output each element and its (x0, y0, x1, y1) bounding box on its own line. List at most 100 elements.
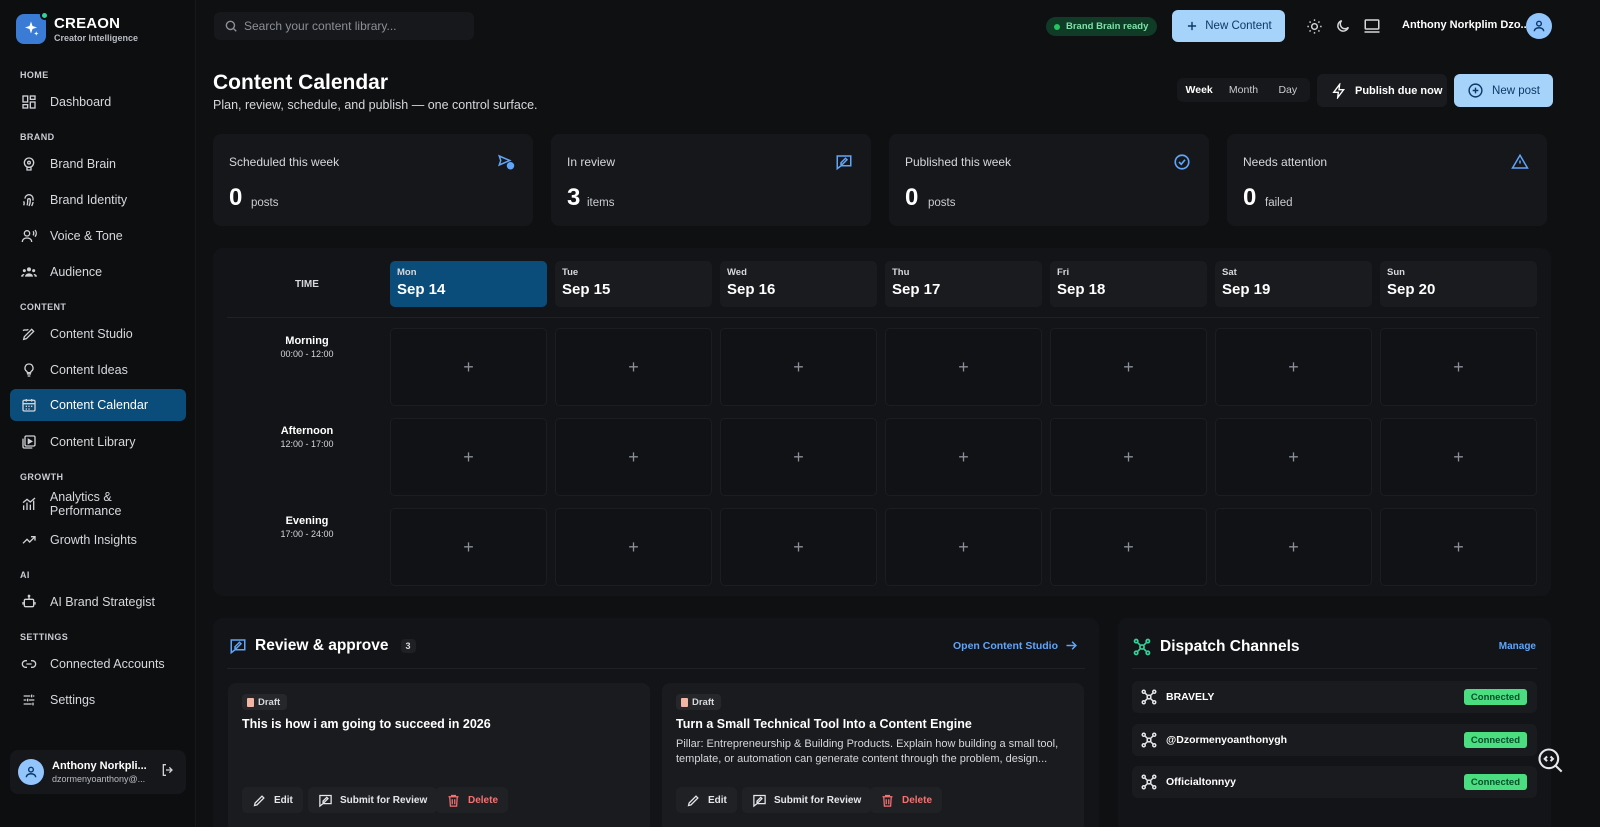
add-slot-button[interactable]: + (720, 328, 877, 406)
add-slot-button[interactable]: + (555, 418, 712, 496)
add-slot-button[interactable]: + (555, 328, 712, 406)
day-header-sat[interactable]: Sat Sep 19 (1215, 261, 1372, 307)
sidebar-item-label: Content Library (50, 435, 136, 449)
card-title: This is how i am going to succeed in 202… (242, 717, 491, 731)
day-of-week: Sat (1222, 267, 1237, 278)
review-icon (835, 153, 853, 171)
sidebar-item-label: Settings (50, 693, 96, 707)
add-slot-button[interactable]: + (720, 508, 877, 586)
review-title-text: Review & approve (255, 637, 389, 654)
light-mode-button[interactable] (1302, 14, 1326, 38)
day-header-wed[interactable]: Wed Sep 16 (720, 261, 877, 307)
search-input[interactable] (244, 19, 464, 33)
brand[interactable]: CREAON Creator Intelligence (16, 11, 138, 44)
delete-button[interactable]: Delete (436, 787, 509, 813)
add-slot-button[interactable]: + (1215, 328, 1372, 406)
add-slot-button[interactable]: + (885, 508, 1042, 586)
add-slot-button[interactable]: + (1050, 508, 1207, 586)
edit-button[interactable]: Edit (242, 787, 303, 813)
system-mode-button[interactable] (1360, 14, 1384, 38)
sidebar-item-audience[interactable]: Audience (10, 256, 186, 288)
view-day-tab[interactable]: Day (1266, 84, 1310, 96)
sidebar-item-content-calendar[interactable]: Content Calendar (10, 389, 186, 421)
nav-section-settings: SETTINGS (20, 632, 69, 642)
add-slot-button[interactable]: + (390, 328, 547, 406)
page-subtitle: Plan, review, schedule, and publish — on… (213, 98, 538, 112)
add-slot-button[interactable]: + (1380, 418, 1537, 496)
day-header-mon[interactable]: Mon Sep 14 (390, 261, 547, 307)
add-slot-button[interactable]: + (1050, 328, 1207, 406)
stat-card-in-review: In review 3 items (551, 134, 871, 226)
sidebar-item-ai-brand-strategist[interactable]: AI Brand Strategist (10, 586, 186, 618)
network-icon (1132, 637, 1152, 657)
sidebar-item-brand-identity[interactable]: Brand Identity (10, 184, 186, 216)
manage-channels-link[interactable]: Manage (1499, 641, 1536, 652)
add-slot-button[interactable]: + (1050, 418, 1207, 496)
add-slot-button[interactable]: + (885, 418, 1042, 496)
voice-icon (20, 227, 38, 245)
add-slot-button[interactable]: + (720, 418, 877, 496)
edit-button[interactable]: Edit (676, 787, 737, 813)
sidebar-item-analytics[interactable]: Analytics & Performance (10, 488, 186, 520)
add-slot-button[interactable]: + (390, 508, 547, 586)
sidebar-user-card[interactable]: Anthony Norkpli... dzormenyoanthony@... (10, 750, 186, 794)
sidebar-item-voice-tone[interactable]: Voice & Tone (10, 220, 186, 252)
day-header-thu[interactable]: Thu Sep 17 (885, 261, 1042, 307)
day-header-sun[interactable]: Sun Sep 20 (1380, 261, 1537, 307)
day-date: Sep 15 (562, 281, 611, 298)
top-user-name[interactable]: Anthony Norkplim Dzo... (1402, 19, 1530, 31)
view-week-tab[interactable]: Week (1177, 84, 1221, 96)
publish-due-label: Publish due now (1355, 84, 1443, 97)
new-content-button[interactable]: New Content (1172, 10, 1285, 42)
sidebar-item-settings[interactable]: Settings (10, 684, 186, 716)
add-slot-button[interactable]: + (390, 418, 547, 496)
add-slot-button[interactable]: + (1380, 508, 1537, 586)
logout-icon[interactable] (160, 762, 176, 778)
slot-name: Morning (285, 335, 329, 347)
slot-name: Evening (285, 515, 329, 527)
sidebar-item-dashboard[interactable]: Dashboard (10, 86, 186, 118)
plus-icon: + (628, 356, 639, 377)
dark-mode-button[interactable] (1331, 14, 1355, 38)
open-content-studio-link[interactable]: Open Content Studio (953, 638, 1079, 653)
add-slot-button[interactable]: + (885, 328, 1042, 406)
add-slot-button[interactable]: + (1215, 508, 1372, 586)
channel-row[interactable]: @Dzormenyoanthonygh Connected (1132, 724, 1537, 756)
submit-for-review-button[interactable]: Submit for Review (742, 787, 872, 813)
sidebar-item-growth-insights[interactable]: Growth Insights (10, 524, 186, 556)
day-of-week: Tue (562, 267, 579, 278)
top-avatar[interactable] (1526, 13, 1552, 39)
link-icon (20, 655, 38, 673)
submit-for-review-button[interactable]: Submit for Review (308, 787, 438, 813)
review-card[interactable]: Draft Turn a Small Technical Tool Into a… (662, 683, 1084, 827)
plus-icon: + (628, 536, 639, 557)
delete-button[interactable]: Delete (870, 787, 943, 813)
channel-row[interactable]: BRAVELY Connected (1132, 681, 1537, 713)
search-bar[interactable] (214, 12, 474, 40)
review-card[interactable]: Draft This is how i am going to succeed … (228, 683, 650, 827)
view-month-tab[interactable]: Month (1221, 84, 1265, 96)
edit-label: Edit (274, 794, 293, 806)
brain-icon (20, 155, 38, 173)
help-search-button[interactable] (1536, 746, 1564, 774)
add-slot-button[interactable]: + (555, 508, 712, 586)
day-date: Sep 17 (892, 281, 941, 298)
sidebar-item-connected-accounts[interactable]: Connected Accounts (10, 648, 186, 680)
sidebar-item-brand-brain[interactable]: Brand Brain (10, 148, 186, 180)
sidebar: CREAON Creator Intelligence HOME Dashboa… (0, 0, 196, 827)
sliders-icon (20, 691, 38, 709)
sidebar-item-content-ideas[interactable]: Content Ideas (10, 354, 186, 386)
stat-unit: posts (928, 197, 956, 209)
add-slot-button[interactable]: + (1215, 418, 1372, 496)
add-slot-button[interactable]: + (1380, 328, 1537, 406)
sidebar-item-label: Brand Brain (50, 157, 117, 171)
publish-due-button[interactable]: Publish due now (1317, 74, 1447, 107)
sidebar-item-content-studio[interactable]: Content Studio (10, 318, 186, 350)
week-calendar: TIME Mon Sep 14 Tue Sep 15 Wed Sep 16 Th… (213, 248, 1551, 596)
day-header-tue[interactable]: Tue Sep 15 (555, 261, 712, 307)
moon-icon (1335, 18, 1351, 34)
channel-row[interactable]: Officialtonnyy Connected (1132, 766, 1537, 798)
sidebar-item-content-library[interactable]: Content Library (10, 426, 186, 458)
day-header-fri[interactable]: Fri Sep 18 (1050, 261, 1207, 307)
new-post-button[interactable]: New post (1454, 74, 1553, 107)
